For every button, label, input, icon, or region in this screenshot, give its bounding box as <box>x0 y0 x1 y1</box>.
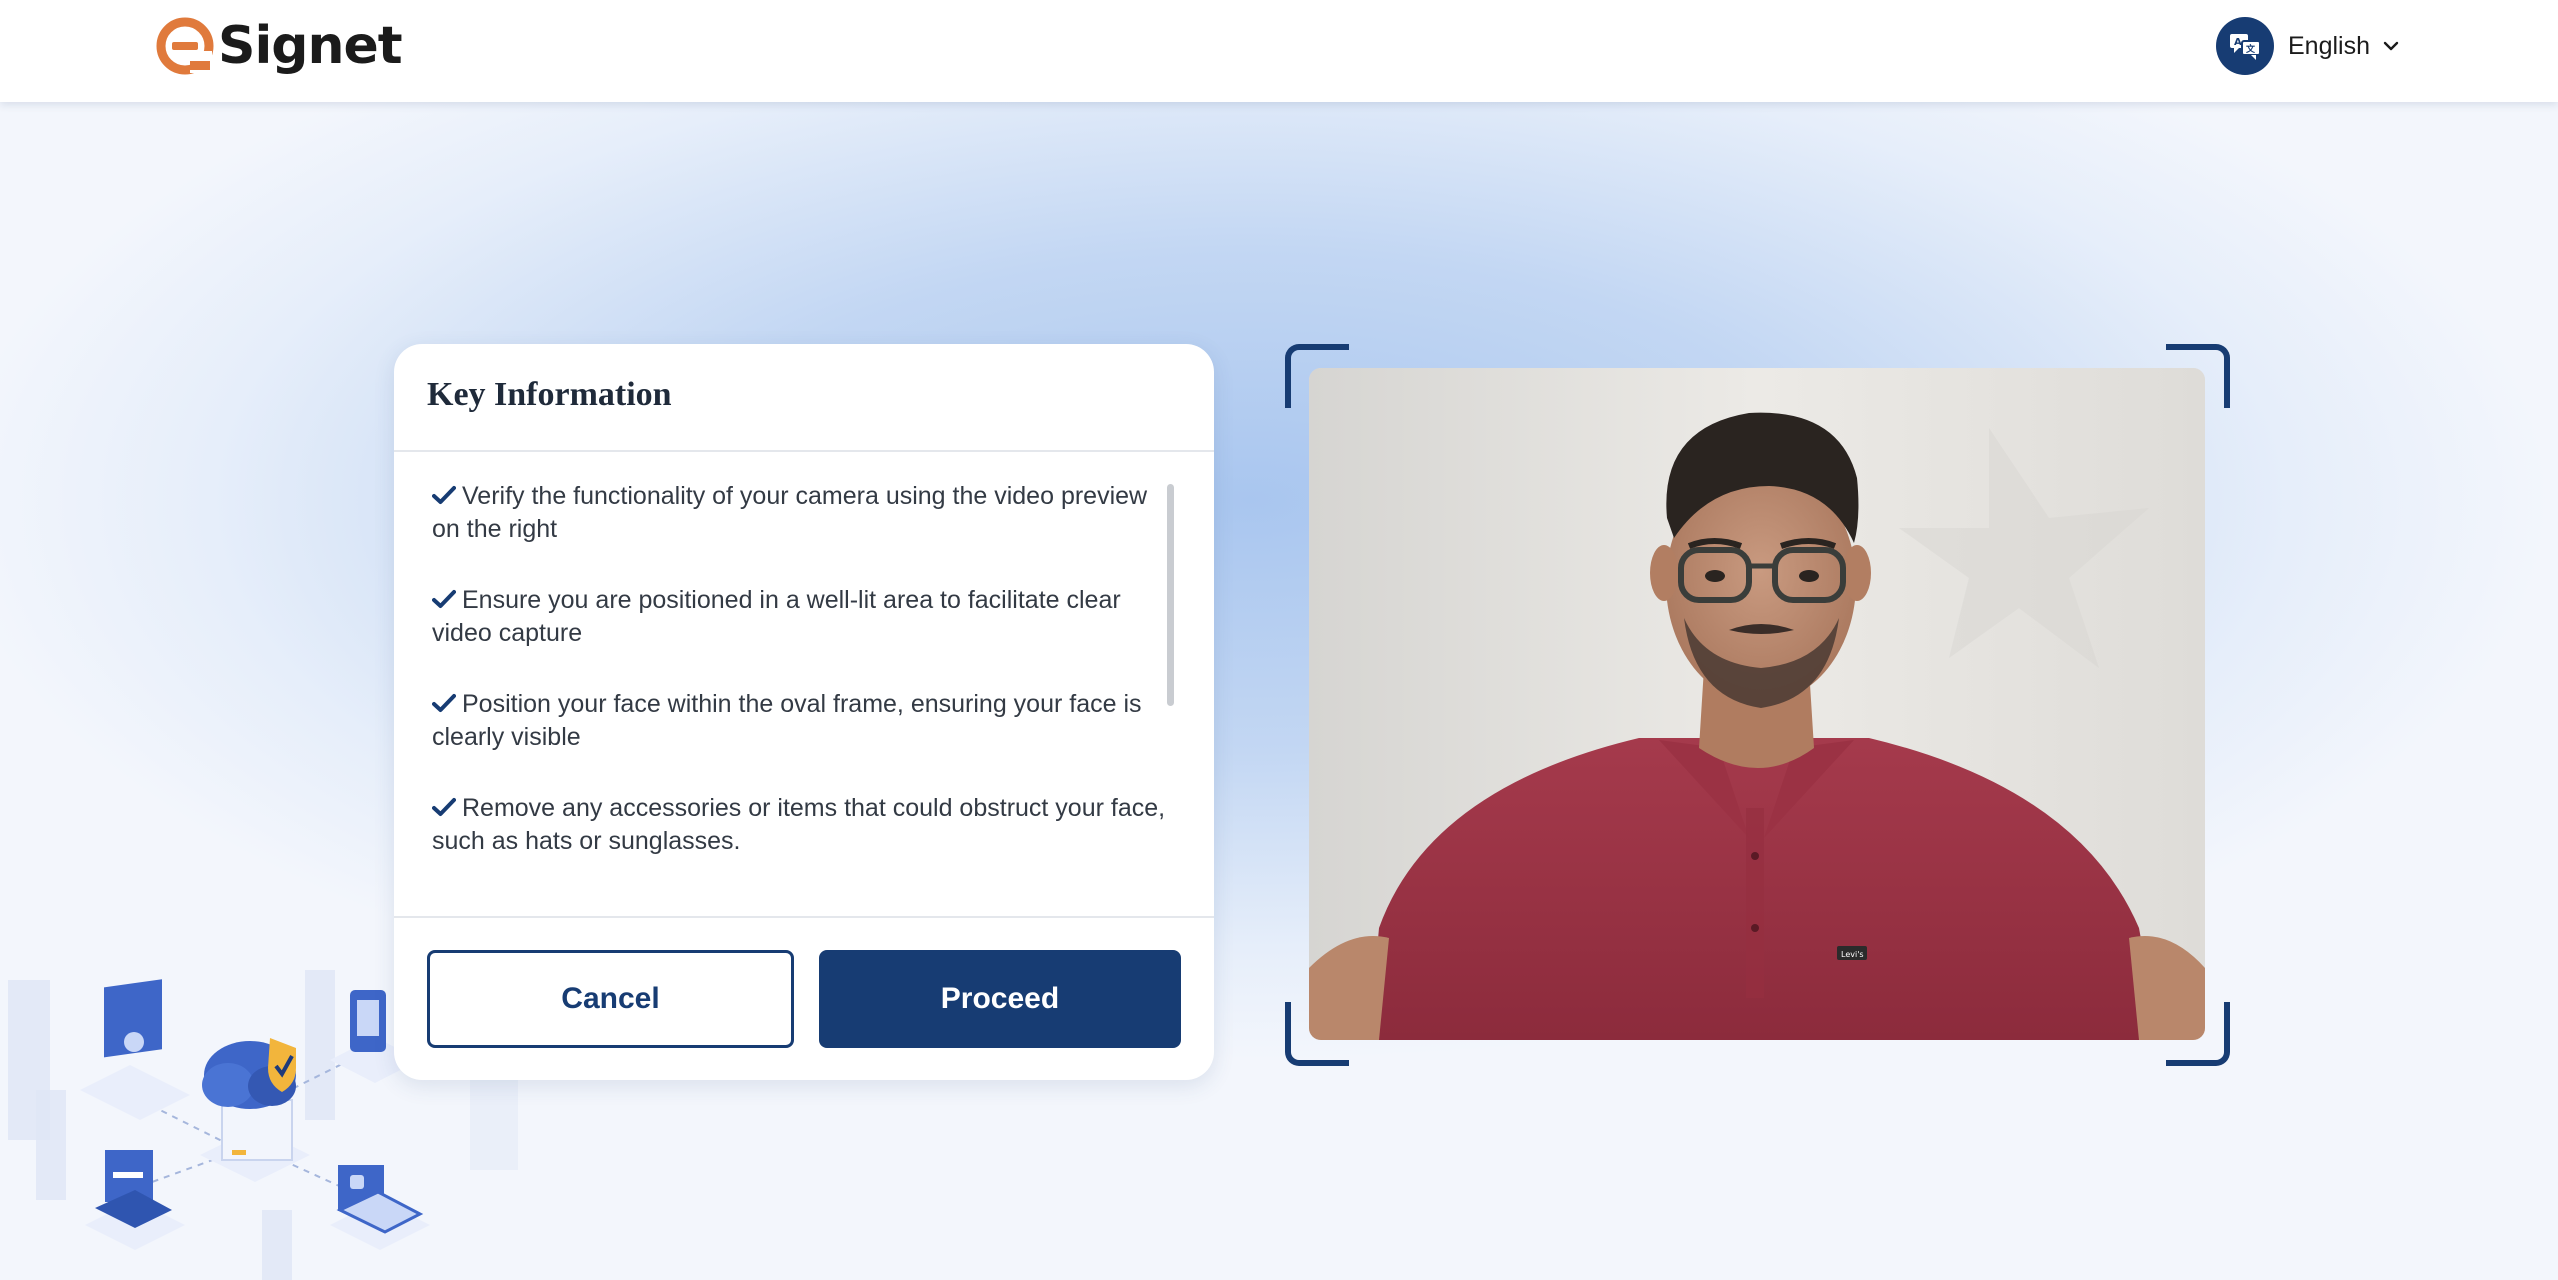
list-item: Verify the functionality of your camera … <box>432 480 1167 546</box>
camera-feed-image: Levi's <box>1309 368 2205 1040</box>
list-item: Ensure you are positioned in a well-lit … <box>432 584 1167 650</box>
check-icon <box>432 486 456 504</box>
divider <box>394 916 1214 918</box>
divider <box>394 450 1214 452</box>
list-item-text: Ensure you are positioned in a well-lit … <box>432 586 1121 647</box>
check-icon <box>432 590 456 608</box>
list-item-text: Remove any accessories or items that cou… <box>432 794 1166 855</box>
signet-e-logo-icon <box>156 17 214 75</box>
language-label: English <box>2288 31 2370 60</box>
chevron-down-icon <box>2383 41 2399 51</box>
cancel-button[interactable]: Cancel <box>427 950 794 1048</box>
camera-preview-frame: Levi's <box>1285 344 2230 1066</box>
brand-name: Signet <box>218 16 403 76</box>
svg-text:文: 文 <box>2245 43 2256 55</box>
list-item: Position your face within the oval frame… <box>432 688 1167 754</box>
top-header: Signet A 文 English <box>0 0 2558 102</box>
camera-video-preview: Levi's <box>1309 368 2205 1040</box>
key-information-card: Key Information Verify the functionality… <box>394 344 1214 1080</box>
language-translate-icon: A 文 <box>2216 17 2274 75</box>
list-item-text: Verify the functionality of your camera … <box>432 482 1148 543</box>
check-icon <box>432 798 456 816</box>
language-selector[interactable]: A 文 English <box>2216 17 2400 75</box>
check-icon <box>432 694 456 712</box>
list-item-text: Position your face within the oval frame… <box>432 690 1142 751</box>
proceed-button[interactable]: Proceed <box>819 950 1181 1048</box>
svg-text:A: A <box>2234 37 2242 48</box>
list-item: Remove any accessories or items that cou… <box>432 792 1167 858</box>
signet-logo[interactable]: Signet <box>156 16 403 76</box>
card-title: Key Information <box>427 376 672 413</box>
key-information-list[interactable]: Verify the functionality of your camera … <box>432 480 1167 855</box>
list-scrollbar[interactable] <box>1167 484 1174 706</box>
shirt-logo-text: Levi's <box>1841 950 1864 959</box>
